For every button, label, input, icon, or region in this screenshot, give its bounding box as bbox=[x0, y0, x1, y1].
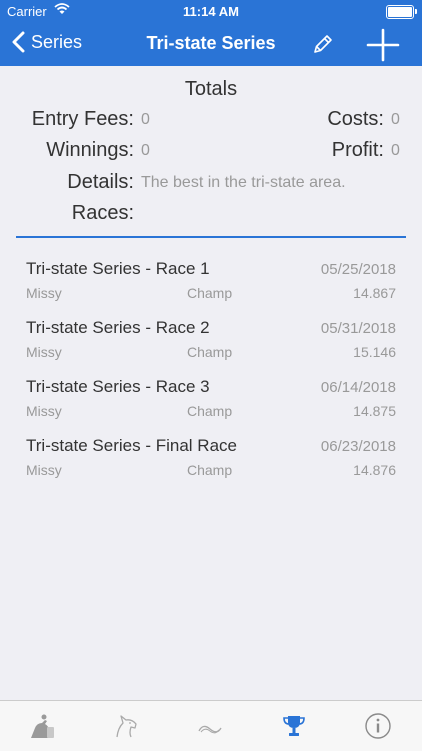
pencil-icon[interactable] bbox=[312, 33, 334, 55]
tab-horses[interactable] bbox=[84, 701, 168, 751]
winnings-value: 0 bbox=[141, 142, 150, 159]
entry-fees-value: 0 bbox=[141, 111, 150, 128]
details-label: Details: bbox=[67, 171, 134, 193]
race-rider: Champ bbox=[187, 344, 233, 360]
race-time: 14.875 bbox=[353, 403, 396, 419]
battery-icon bbox=[386, 5, 417, 19]
race-name: Tri-state Series - Race 3 bbox=[26, 377, 210, 396]
totals-heading: Totals bbox=[184, 78, 238, 100]
divider bbox=[16, 236, 406, 238]
races-label: Races: bbox=[71, 202, 134, 224]
race-time: 14.876 bbox=[353, 462, 396, 478]
race-horse: Missy bbox=[26, 462, 62, 478]
race-rider: Champ bbox=[187, 403, 233, 419]
info-icon bbox=[365, 713, 391, 739]
header: Carrier 11:14 AM Series Tri-state Series bbox=[0, 0, 422, 66]
race-horse: Missy bbox=[26, 403, 62, 419]
race-list-item[interactable]: Tri-state Series - Race 2 05/31/2018 Mis… bbox=[0, 318, 422, 377]
tab-info[interactable] bbox=[336, 701, 420, 751]
race-date: 05/31/2018 bbox=[320, 320, 396, 337]
race-name: Tri-state Series - Race 2 bbox=[26, 318, 210, 337]
race-time: 15.146 bbox=[353, 344, 396, 360]
race-date: 06/14/2018 bbox=[320, 379, 396, 396]
race-list-item[interactable]: Tri-state Series - Race 1 05/25/2018 Mis… bbox=[0, 259, 422, 318]
navigation-bar: Series Tri-state Series bbox=[0, 22, 422, 66]
status-time: 11:14 AM bbox=[183, 4, 239, 19]
race-name: Tri-state Series - Race 1 bbox=[26, 259, 210, 278]
tab-horseshoe[interactable] bbox=[168, 701, 252, 751]
costs-value: 0 bbox=[391, 111, 400, 128]
race-date: 06/23/2018 bbox=[320, 438, 396, 455]
add-button[interactable] bbox=[366, 28, 400, 62]
horseshoe-icon bbox=[198, 725, 222, 734]
costs-label: Costs: bbox=[327, 108, 384, 130]
barrel-racer-icon bbox=[31, 714, 54, 738]
race-rider: Champ bbox=[187, 462, 233, 478]
race-horse: Missy bbox=[26, 344, 62, 360]
race-horse: Missy bbox=[26, 285, 62, 301]
race-time: 14.867 bbox=[353, 285, 396, 301]
horse-head-icon bbox=[116, 715, 137, 738]
page-title: Tri-state Series bbox=[146, 33, 276, 53]
trophy-icon bbox=[283, 716, 305, 736]
tab-bar bbox=[0, 700, 422, 751]
status-bar: Carrier 11:14 AM bbox=[0, 0, 422, 22]
tab-barrel-racing[interactable] bbox=[0, 701, 84, 751]
race-date: 05/25/2018 bbox=[320, 261, 396, 278]
profit-label: Profit: bbox=[331, 139, 384, 161]
entry-fees-label: Entry Fees: bbox=[31, 108, 134, 130]
details-value: The best in the tri-state area. bbox=[141, 174, 346, 191]
race-list-item[interactable]: Tri-state Series - Race 3 06/14/2018 Mis… bbox=[0, 377, 422, 436]
race-name: Tri-state Series - Final Race bbox=[26, 436, 237, 455]
profit-value: 0 bbox=[391, 142, 400, 159]
tab-series[interactable] bbox=[252, 701, 336, 751]
race-list-item[interactable]: Tri-state Series - Final Race 06/23/2018… bbox=[0, 436, 422, 495]
race-rider: Champ bbox=[187, 285, 233, 301]
winnings-label: Winnings: bbox=[46, 139, 134, 161]
